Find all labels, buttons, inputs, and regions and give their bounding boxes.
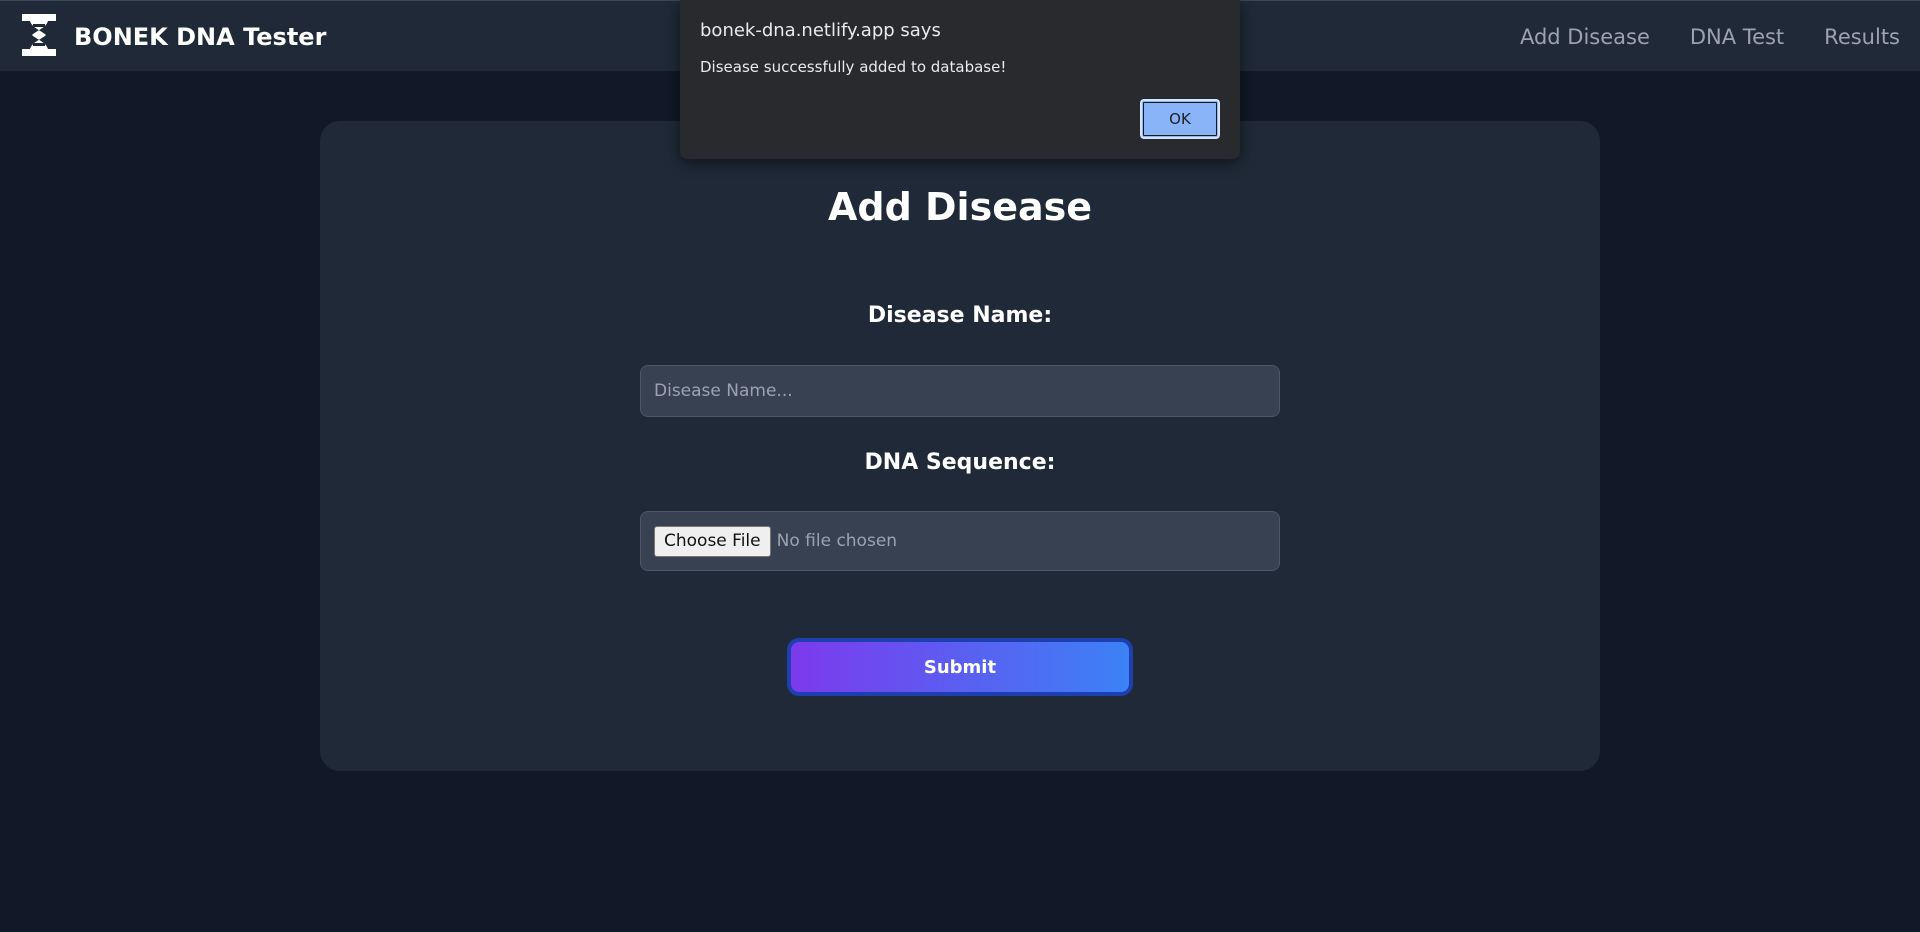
page-title: Add Disease [827, 185, 1093, 229]
brand-name: BONEK DNA Tester [74, 23, 327, 51]
nav-link-dna-test[interactable]: DNA Test [1690, 25, 1784, 49]
nav-link-add-disease[interactable]: Add Disease [1520, 25, 1650, 49]
dna-sequence-label: DNA Sequence: [864, 450, 1056, 475]
choose-file-button[interactable]: Choose File [654, 525, 771, 557]
dialog-title: bonek-dna.netlify.app says [700, 20, 941, 41]
file-status-text: No file chosen [776, 531, 898, 551]
nav-link-results[interactable]: Results [1824, 25, 1900, 49]
disease-name-label: Disease Name: [867, 303, 1053, 328]
brand[interactable]: BONEK DNA Tester [18, 13, 326, 61]
nav-links: Add Disease DNA Test Results [1480, 25, 1900, 49]
dna-icon [18, 11, 60, 63]
dna-sequence-file-input[interactable]: Choose File No file chosen [640, 511, 1280, 571]
dialog-message: Disease successfully added to database! [700, 58, 1007, 76]
alert-dialog: bonek-dna.netlify.app says Disease succe… [680, 0, 1240, 159]
dialog-ok-button[interactable]: OK [1140, 99, 1220, 139]
disease-name-input[interactable] [640, 365, 1280, 417]
submit-button[interactable]: Submit [787, 638, 1133, 696]
add-disease-card: Add Disease Disease Name: DNA Sequence: … [320, 121, 1600, 771]
